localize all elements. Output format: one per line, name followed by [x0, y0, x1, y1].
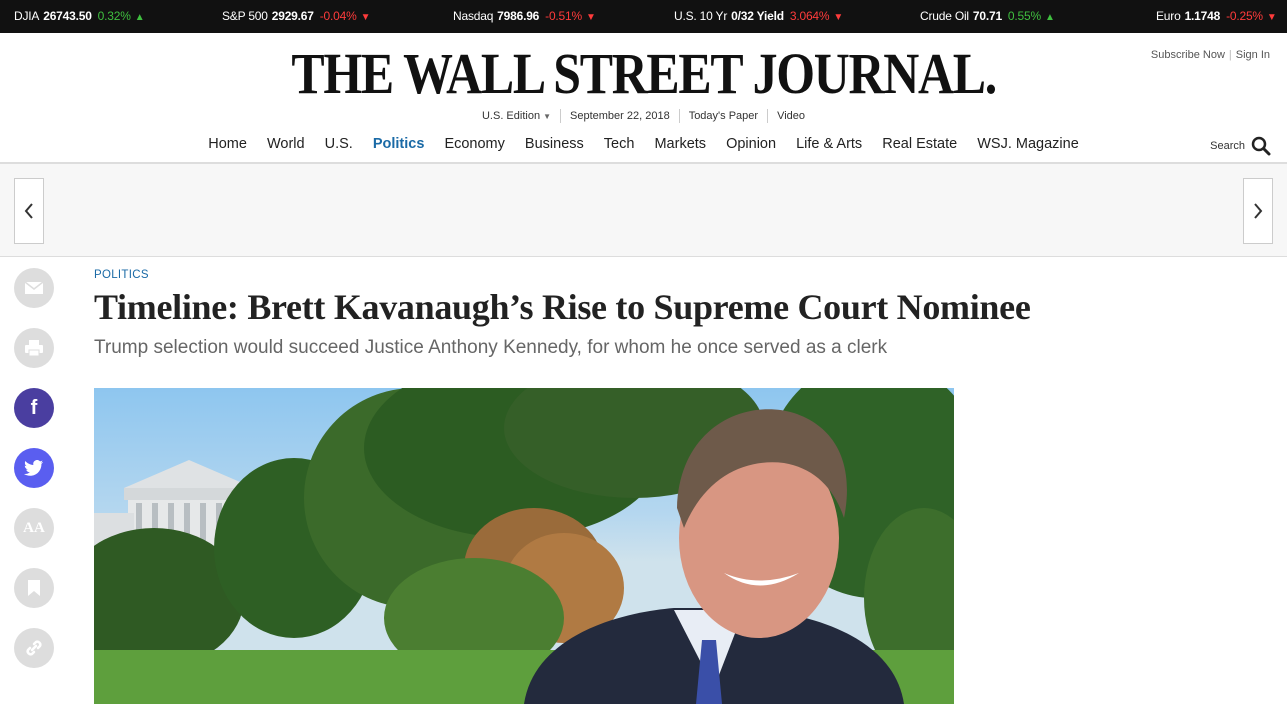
ticker-item[interactable]: Nasdaq 7986.96 -0.51% ▼ — [453, 9, 596, 23]
twitter-icon — [24, 460, 43, 476]
print-button[interactable] — [14, 328, 54, 368]
ticker-value: 1.1748 — [1184, 9, 1221, 23]
ticker-change: -0.51% — [545, 9, 582, 23]
print-icon — [25, 340, 43, 357]
bookmark-icon — [28, 580, 40, 596]
up-arrow-icon: ▲ — [1044, 12, 1055, 23]
email-share-button[interactable] — [14, 268, 54, 308]
article-headline: Timeline: Brett Kavanaugh’s Rise to Supr… — [94, 287, 1031, 327]
facebook-icon: f — [30, 396, 38, 419]
facebook-share-button[interactable]: f — [14, 388, 54, 428]
market-ticker: DJIA 26743.50 0.32% ▲ S&P 500 2929.67 -0.04% ▼… — [0, 0, 1287, 33]
text-size-icon: AA — [23, 519, 45, 536]
account-links: Subscribe Now | Sign In — [1147, 49, 1274, 61]
ticker-change: -0.25% — [1226, 9, 1263, 23]
search-label: Search — [1210, 140, 1245, 152]
down-arrow-icon: ▼ — [1266, 12, 1277, 23]
ticker-item[interactable]: DJIA 26743.50 0.32% ▲ — [14, 9, 145, 23]
date-label: September 22, 2018 — [560, 109, 679, 123]
section-kicker[interactable]: POLITICS — [94, 269, 149, 281]
ad-carousel — [0, 164, 1287, 257]
main-nav: Home World U.S. Politics Economy Busines… — [0, 136, 1287, 152]
wsj-logo[interactable]: THE WALL STREET JOURNAL. — [291, 43, 997, 105]
article-dek: Trump selection would succeed Justice An… — [94, 337, 888, 358]
ticker-item[interactable]: Crude Oil 70.71 0.55% ▲ — [920, 9, 1055, 23]
edition-select[interactable]: U.S. Edition ▼ — [473, 109, 560, 124]
ticker-name: Nasdaq — [453, 9, 494, 23]
masthead: THE WALL STREET JOURNAL. — [0, 43, 1287, 105]
todays-paper-link[interactable]: Today's Paper — [678, 109, 767, 123]
nav-item-wsj-magazine[interactable]: WSJ. Magazine — [977, 136, 1079, 152]
nav-item-tech[interactable]: Tech — [604, 136, 635, 152]
chevron-right-icon — [1254, 203, 1263, 219]
twitter-share-button[interactable] — [14, 448, 54, 488]
ticker-value: 2929.67 — [271, 9, 314, 23]
ticker-value: 0/32 Yield — [731, 9, 784, 23]
search-icon — [1251, 136, 1271, 156]
text-size-button[interactable]: AA — [14, 508, 54, 548]
edition-label: U.S. Edition — [481, 110, 541, 122]
ticker-value: 7986.96 — [497, 9, 540, 23]
caret-down-icon: ▼ — [543, 112, 551, 121]
share-rail: f AA — [14, 268, 54, 688]
ticker-name: Crude Oil — [920, 9, 969, 23]
nav-item-markets[interactable]: Markets — [654, 136, 706, 152]
edition-bar: U.S. Edition ▼ September 22, 2018 Today's P… — [0, 109, 1287, 124]
ticker-name: U.S. 10 Yr — [674, 9, 728, 23]
ticker-name: DJIA — [14, 9, 40, 23]
ticker-item[interactable]: Euro 1.1748 -0.25% ▼ — [1156, 9, 1277, 23]
save-article-button[interactable] — [14, 568, 54, 608]
subscribe-link[interactable]: Subscribe Now — [1147, 49, 1229, 61]
search-button[interactable]: Search — [1210, 136, 1271, 156]
sign-in-link[interactable]: Sign In — [1232, 49, 1274, 61]
ticker-name: S&P 500 — [222, 9, 268, 23]
link-icon — [26, 640, 42, 656]
email-icon — [24, 281, 44, 294]
ticker-name: Euro — [1156, 9, 1181, 23]
down-arrow-icon: ▼ — [360, 12, 371, 23]
ticker-change: 0.55% — [1007, 9, 1041, 23]
nav-item-world[interactable]: World — [267, 136, 305, 152]
nav-item-business[interactable]: Business — [525, 136, 584, 152]
nav-item-life-arts[interactable]: Life & Arts — [796, 136, 862, 152]
ticker-change: 3.064% — [789, 9, 830, 23]
nav-item-economy[interactable]: Economy — [444, 136, 504, 152]
nav-item-real-estate[interactable]: Real Estate — [882, 136, 957, 152]
down-arrow-icon: ▼ — [833, 12, 844, 23]
nav-item-home[interactable]: Home — [208, 136, 247, 152]
carousel-next-button[interactable] — [1243, 178, 1273, 244]
ticker-item[interactable]: S&P 500 2929.67 -0.04% ▼ — [222, 9, 370, 23]
nav-item-us[interactable]: U.S. — [325, 136, 353, 152]
hero-photo-illustration — [94, 388, 954, 704]
article-hero-image — [94, 388, 954, 704]
copy-link-button[interactable] — [14, 628, 54, 668]
nav-item-politics[interactable]: Politics — [373, 136, 425, 152]
nav-item-opinion[interactable]: Opinion — [726, 136, 776, 152]
ticker-change: -0.04% — [319, 9, 357, 23]
ticker-value: 26743.50 — [43, 9, 92, 23]
carousel-prev-button[interactable] — [14, 178, 44, 244]
up-arrow-icon: ▲ — [134, 12, 145, 23]
ticker-change: 0.32% — [97, 9, 131, 23]
down-arrow-icon: ▼ — [585, 12, 596, 23]
ticker-value: 70.71 — [972, 9, 1002, 23]
ticker-item[interactable]: U.S. 10 Yr 0/32 Yield 3.064% ▼ — [674, 9, 843, 23]
video-link[interactable]: Video — [767, 109, 814, 123]
chevron-left-icon — [24, 203, 33, 219]
